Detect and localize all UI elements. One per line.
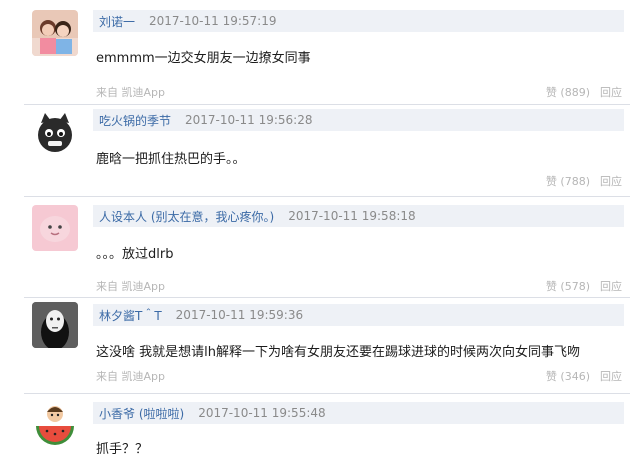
comment-footer xyxy=(96,458,624,474)
username-link[interactable]: 小香爷 (啦啦啦) xyxy=(99,405,184,422)
reply-button[interactable]: 回应 xyxy=(600,368,622,384)
like-button[interactable]: 赞 (889) xyxy=(546,84,590,100)
comment-header: 人设本人 (别太在意，我心疼你。) 2017-10-11 19:58:18 xyxy=(93,205,624,227)
username-link[interactable]: 林夕酱T＾T xyxy=(99,307,162,324)
username-link[interactable]: 刘诺一 xyxy=(99,13,135,30)
reply-button[interactable]: 回应 xyxy=(600,173,622,189)
comment-header: 刘诺一 2017-10-11 19:57:19 xyxy=(93,10,624,32)
timestamp: 2017-10-11 19:56:28 xyxy=(185,113,313,127)
comment-item: 刘诺一 2017-10-11 19:57:19 emmmm一边交女朋友一边撩女同… xyxy=(0,0,640,104)
comment-actions: 赞 (578) 回应 xyxy=(546,278,622,294)
comment-actions: 赞 (889) 回应 xyxy=(546,84,622,100)
no-face-icon xyxy=(32,302,78,348)
comment-text: 抓手？？ xyxy=(96,442,149,457)
comment-footer: 来自 凯迪App 赞 (578) 回应 xyxy=(96,278,624,294)
avatar[interactable] xyxy=(32,400,78,446)
comment-actions: 赞 (788) 回应 xyxy=(546,173,622,189)
comment-header: 林夕酱T＾T 2017-10-11 19:59:36 xyxy=(93,304,624,326)
comment-list: 刘诺一 2017-10-11 19:57:19 emmmm一边交女朋友一边撩女同… xyxy=(0,0,640,470)
avatar[interactable] xyxy=(32,10,78,56)
timestamp: 2017-10-11 19:57:19 xyxy=(149,14,277,28)
comment-text: 。。。放过dlrb xyxy=(96,247,174,262)
timestamp: 2017-10-11 19:59:36 xyxy=(175,308,304,322)
like-button[interactable]: 赞 (346) xyxy=(546,368,590,384)
username-link[interactable]: 吃火锅的季节 xyxy=(99,112,171,129)
comment-item: 人设本人 (别太在意，我心疼你。) 2017-10-11 19:58:18 。。… xyxy=(0,197,640,297)
comment-item: 小香爷 (啦啦啦) 2017-10-11 19:55:48 抓手？？ xyxy=(0,394,640,470)
comment-footer: 来自 凯迪App 赞 (346) 回应 xyxy=(96,368,624,384)
comment-footer: 来自 凯迪App 赞 (889) 回应 xyxy=(96,84,624,100)
comment-header: 小香爷 (啦啦啦) 2017-10-11 19:55:48 xyxy=(93,402,624,424)
comment-text: emmmm一边交女朋友一边撩女同事 xyxy=(96,51,311,66)
avatar[interactable] xyxy=(32,109,78,155)
couple-photo-icon xyxy=(32,10,78,56)
comment-text: 鹿晗一把抓住热巴的手。。 xyxy=(96,152,246,167)
source-label: 来自 凯迪App xyxy=(96,370,165,383)
comment-text: 这没啥 我就是想请lh解释一下为啥有女朋友还要在踢球进球的时候两次向女同事飞吻 xyxy=(96,345,580,360)
comment-item: 林夕酱T＾T 2017-10-11 19:59:36 这没啥 我就是想请lh解释… xyxy=(0,298,640,393)
comment-footer: 赞 (788) 回应 xyxy=(96,173,624,189)
like-button[interactable]: 赞 (578) xyxy=(546,278,590,294)
comment-header: 吃火锅的季节 2017-10-11 19:56:28 xyxy=(93,109,624,131)
timestamp: 2017-10-11 19:55:48 xyxy=(198,406,326,420)
watermelon-character-icon xyxy=(32,400,78,446)
black-kitten-icon xyxy=(32,109,78,155)
pink-blob-icon xyxy=(32,205,78,251)
avatar[interactable] xyxy=(32,205,78,251)
source-label: 来自 凯迪App xyxy=(96,86,165,99)
source-label: 来自 凯迪App xyxy=(96,280,165,293)
comment-item: 吃火锅的季节 2017-10-11 19:56:28 鹿晗一把抓住热巴的手。。 … xyxy=(0,105,640,196)
reply-button[interactable]: 回应 xyxy=(600,278,622,294)
reply-button[interactable]: 回应 xyxy=(600,84,622,100)
like-button[interactable]: 赞 (788) xyxy=(546,173,590,189)
timestamp: 2017-10-11 19:58:18 xyxy=(288,209,416,223)
username-link[interactable]: 人设本人 (别太在意，我心疼你。) xyxy=(99,208,274,225)
comment-actions: 赞 (346) 回应 xyxy=(546,368,622,384)
avatar[interactable] xyxy=(32,302,78,348)
